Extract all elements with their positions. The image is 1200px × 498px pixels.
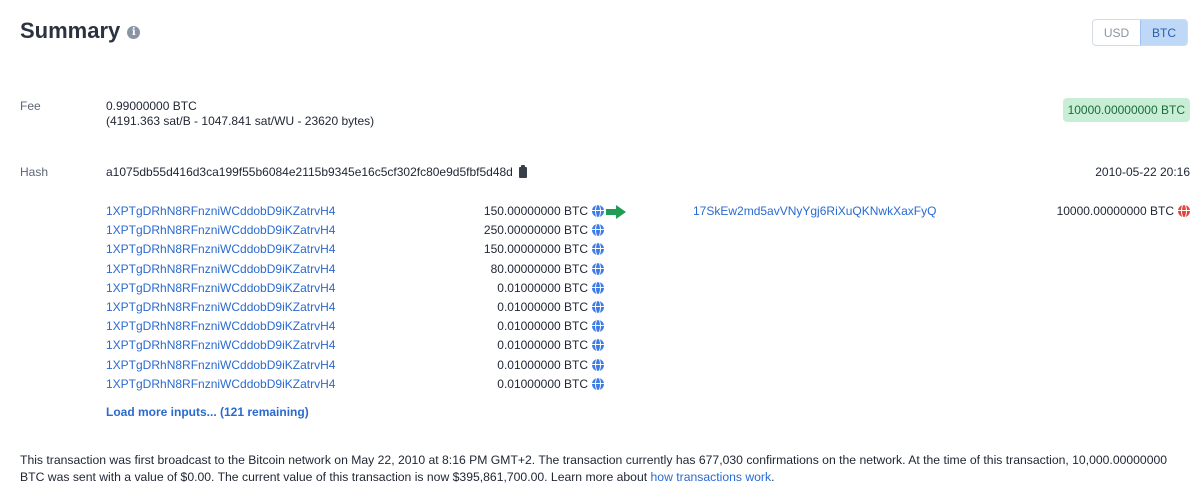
currency-toggle: USD BTC — [1092, 19, 1188, 46]
input-address-link[interactable]: 1XPTgDRhN8RFnzniWCddobD9iKZatrvH4 — [106, 337, 335, 354]
input-amount: 250.00000000 BTC — [483, 223, 588, 238]
info-icon[interactable]: i — [127, 26, 141, 39]
hash-value: a1075db55d416d3ca199f55b6084e2115b9345e1… — [106, 164, 527, 179]
globe-icon[interactable] — [592, 377, 604, 390]
input-amount: 0.01000000 BTC — [497, 280, 588, 295]
input-amount: 0.01000000 BTC — [497, 357, 588, 372]
globe-icon[interactable] — [592, 339, 604, 352]
input-row: 1XPTgDRhN8RFnzniWCddobD9iKZatrvH4 250.000… — [106, 222, 606, 241]
globe-icon[interactable] — [1178, 205, 1190, 217]
input-address-link[interactable]: 1XPTgDRhN8RFnzniWCddobD9iKZatrvH4 — [106, 357, 335, 374]
input-address-link[interactable]: 1XPTgDRhN8RFnzniWCddobD9iKZatrvH4 — [106, 261, 335, 278]
arrow-right-icon — [606, 205, 626, 219]
input-row: 1XPTgDRhN8RFnzniWCddobD9iKZatrvH4 0.01000… — [106, 299, 606, 318]
page-title: Summary — [20, 18, 121, 43]
output-amount: 10000.00000000 BTC — [1056, 204, 1174, 218]
fee-value: 0.99000000 BTC (4191.363 sat/B - 1047.84… — [106, 99, 374, 129]
input-amount: 0.01000000 BTC — [497, 338, 588, 353]
fee-label: Fee — [20, 99, 41, 113]
total-amount-badge: 10000.00000000 BTC — [1062, 98, 1190, 122]
output-address-link[interactable]: 17SkEw2md5avVNyYgj6RiXuQKNwkXaxFyQ — [693, 203, 936, 220]
globe-icon[interactable] — [592, 224, 604, 237]
input-row: 1XPTgDRhN8RFnzniWCddobD9iKZatrvH4 0.01000… — [106, 357, 606, 376]
clipboard-icon[interactable] — [518, 164, 527, 178]
input-address-link[interactable]: 1XPTgDRhN8RFnzniWCddobD9iKZatrvH4 — [106, 299, 335, 316]
summary-header: Summary i — [20, 18, 141, 44]
input-row: 1XPTgDRhN8RFnzniWCddobD9iKZatrvH4 150.000… — [106, 241, 606, 260]
input-address-link[interactable]: 1XPTgDRhN8RFnzniWCddobD9iKZatrvH4 — [106, 203, 335, 220]
input-row: 1XPTgDRhN8RFnzniWCddobD9iKZatrvH4 0.01000… — [106, 280, 606, 299]
description-end: . — [771, 470, 775, 484]
input-row: 1XPTgDRhN8RFnzniWCddobD9iKZatrvH4 0.01000… — [106, 376, 606, 395]
input-row: 1XPTgDRhN8RFnzniWCddobD9iKZatrvH4 80.0000… — [106, 261, 606, 280]
globe-icon[interactable] — [592, 358, 604, 371]
description-text: This transaction was first broadcast to … — [20, 453, 1168, 484]
input-amount: 0.01000000 BTC — [497, 319, 588, 334]
input-row: 1XPTgDRhN8RFnzniWCddobD9iKZatrvH4 0.01000… — [106, 337, 606, 356]
hash-label: Hash — [20, 165, 49, 179]
globe-icon[interactable] — [592, 281, 604, 294]
how-transactions-work-link[interactable]: how transactions work — [651, 470, 772, 484]
fee-detail: (4191.363 sat/B - 1047.841 sat/WU - 2362… — [106, 114, 375, 128]
usd-toggle-button[interactable]: USD — [1093, 20, 1140, 45]
input-address-link[interactable]: 1XPTgDRhN8RFnzniWCddobD9iKZatrvH4 — [106, 376, 335, 393]
input-address-link[interactable]: 1XPTgDRhN8RFnzniWCddobD9iKZatrvH4 — [106, 280, 335, 297]
input-row: 1XPTgDRhN8RFnzniWCddobD9iKZatrvH4 150.000… — [106, 203, 606, 222]
load-more-inputs-link[interactable]: Load more inputs... (121 remaining) — [106, 405, 309, 419]
globe-icon[interactable] — [592, 300, 604, 313]
inputs-list: 1XPTgDRhN8RFnzniWCddobD9iKZatrvH4 150.000… — [106, 203, 606, 395]
input-address-link[interactable]: 1XPTgDRhN8RFnzniWCddobD9iKZatrvH4 — [106, 222, 335, 239]
input-amount: 0.01000000 BTC — [497, 376, 588, 391]
transaction-hash: a1075db55d416d3ca199f55b6084e2115b9345e1… — [106, 165, 513, 179]
globe-icon[interactable] — [592, 243, 604, 256]
input-amount: 80.00000000 BTC — [490, 261, 588, 276]
input-address-link[interactable]: 1XPTgDRhN8RFnzniWCddobD9iKZatrvH4 — [106, 318, 335, 335]
transaction-description: This transaction was first broadcast to … — [20, 452, 1180, 486]
transaction-summary: Summary i USD BTC Fee 0.99000000 BTC (41… — [0, 0, 1200, 498]
fee-amount: 0.99000000 BTC — [106, 99, 197, 113]
input-address-link[interactable]: 1XPTgDRhN8RFnzniWCddobD9iKZatrvH4 — [106, 241, 335, 258]
globe-icon[interactable] — [592, 320, 604, 333]
input-amount: 150.00000000 BTC — [483, 204, 588, 218]
input-amount: 0.01000000 BTC — [497, 299, 588, 314]
globe-icon[interactable] — [592, 262, 604, 275]
globe-icon[interactable] — [592, 205, 604, 217]
input-amount: 150.00000000 BTC — [483, 242, 588, 257]
btc-toggle-button[interactable]: BTC — [1140, 20, 1187, 45]
input-row: 1XPTgDRhN8RFnzniWCddobD9iKZatrvH4 0.01000… — [106, 318, 606, 337]
transaction-timestamp: 2010-05-22 20:16 — [1095, 165, 1190, 179]
